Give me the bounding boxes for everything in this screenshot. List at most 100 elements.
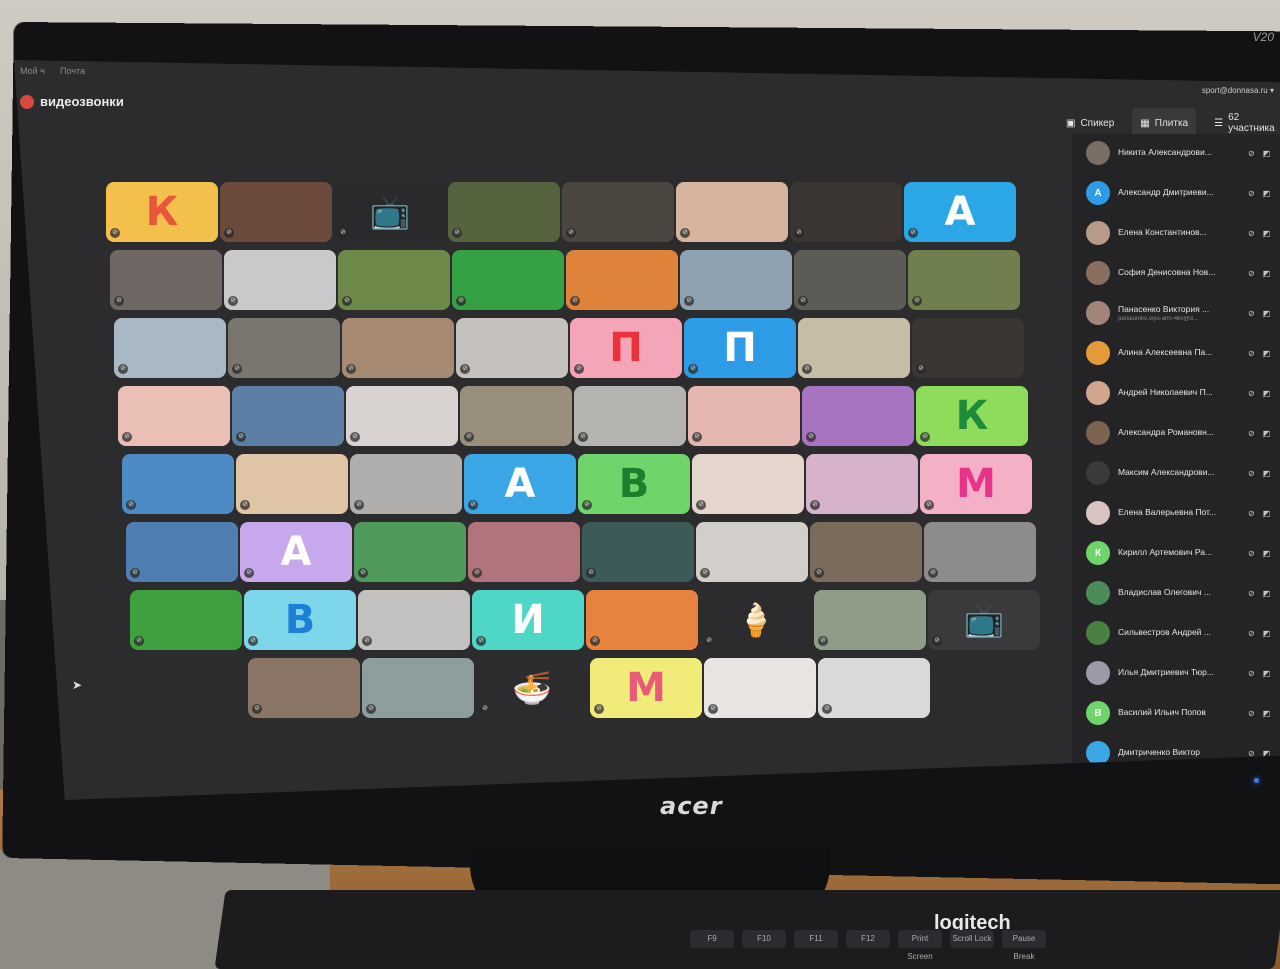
video-tile[interactable]: 📺 ⊘ [334,182,446,242]
video-tile[interactable]: ⊘ [802,386,914,446]
video-tile[interactable]: ⊘ [460,386,572,446]
video-tile[interactable]: ⊘ [696,522,808,582]
video-tile[interactable]: ⊘ [118,386,230,446]
video-tile[interactable]: ⊘ [582,522,694,582]
video-tile[interactable]: ⊘ [362,658,474,718]
video-tile[interactable]: ⊘ [912,318,1024,378]
mic-muted-icon[interactable]: ⊘ [1248,629,1255,638]
video-tile[interactable]: А ⊘ [240,522,352,582]
participant-row[interactable]: Алина Алексеевна Па... ⊘ ◩ [1072,334,1280,372]
camera-off-icon[interactable]: ◩ [1263,389,1271,398]
mic-muted-icon[interactable]: ⊘ [1248,389,1255,398]
camera-off-icon[interactable]: ◩ [1263,469,1271,478]
video-tile[interactable]: ⊘ [110,250,222,310]
participant-row[interactable]: Александра Романовн... ⊘ ◩ [1072,414,1280,452]
top-link-chat[interactable]: Мой ч [20,66,45,76]
video-tile[interactable]: ⊘ [794,250,906,310]
camera-off-icon[interactable]: ◩ [1263,429,1271,438]
video-tile[interactable]: ⊘ [342,318,454,378]
camera-off-icon[interactable]: ◩ [1263,629,1271,638]
video-tile[interactable]: ⊘ [456,318,568,378]
video-tile[interactable]: К ⊘ [106,182,218,242]
camera-off-icon[interactable]: ◩ [1263,589,1271,598]
video-tile[interactable]: ⊘ [122,454,234,514]
video-tile[interactable]: П ⊘ [684,318,796,378]
video-tile[interactable]: ⊘ [924,522,1036,582]
video-tile[interactable]: ⊘ [790,182,902,242]
camera-off-icon[interactable]: ◩ [1263,509,1271,518]
mic-muted-icon[interactable]: ⊘ [1248,149,1255,158]
camera-off-icon[interactable]: ◩ [1263,309,1271,318]
mic-muted-icon[interactable]: ⊘ [1248,469,1255,478]
mic-muted-icon[interactable]: ⊘ [1248,229,1255,238]
video-tile[interactable]: ⊘ [908,250,1020,310]
video-tile[interactable]: ⊘ [562,182,674,242]
participant-row[interactable]: Сильвестров Андрей ... ⊘ ◩ [1072,614,1280,652]
video-tile[interactable]: ⊘ [358,590,470,650]
video-tile[interactable]: В ⊘ [244,590,356,650]
video-tile[interactable]: А ⊘ [904,182,1016,242]
video-tile[interactable]: 📺 ⊘ [928,590,1040,650]
camera-off-icon[interactable]: ◩ [1263,229,1271,238]
mic-muted-icon[interactable]: ⊘ [1248,509,1255,518]
video-tile[interactable]: ⊘ [574,386,686,446]
mic-muted-icon[interactable]: ⊘ [1248,709,1255,718]
video-tile[interactable]: ⊘ [224,250,336,310]
video-tile[interactable]: ⊘ [810,522,922,582]
mic-muted-icon[interactable]: ⊘ [1248,669,1255,678]
video-tile[interactable]: В ⊘ [578,454,690,514]
video-tile[interactable]: 🍦 ⊘ [700,590,812,650]
video-tile[interactable]: ⊘ [468,522,580,582]
participant-row[interactable]: Максим Александрови... ⊘ ◩ [1072,454,1280,492]
mic-muted-icon[interactable]: ⊘ [1248,269,1255,278]
video-tile[interactable]: ⊘ [338,250,450,310]
video-tile[interactable]: ⊘ [814,590,926,650]
video-tile[interactable]: ⊘ [350,454,462,514]
video-tile[interactable]: М ⊘ [920,454,1032,514]
video-tile[interactable]: ⊘ [676,182,788,242]
video-tile[interactable]: ⊘ [818,658,930,718]
video-tile[interactable]: ⊘ [126,522,238,582]
camera-off-icon[interactable]: ◩ [1263,549,1271,558]
video-tile[interactable]: ⊘ [228,318,340,378]
video-tile[interactable]: ⊘ [688,386,800,446]
video-tile[interactable]: ⊘ [692,454,804,514]
video-tile[interactable]: ⊘ [704,658,816,718]
camera-off-icon[interactable]: ◩ [1263,349,1271,358]
video-tile[interactable]: П ⊘ [570,318,682,378]
camera-off-icon[interactable]: ◩ [1263,669,1271,678]
video-tile[interactable]: ⊘ [798,318,910,378]
video-tile[interactable]: М ⊘ [590,658,702,718]
video-tile[interactable]: 🍜 ⊘ [476,658,588,718]
video-tile[interactable]: ⊘ [354,522,466,582]
video-tile[interactable]: А ⊘ [464,454,576,514]
participant-row[interactable]: Андрей Николаевич П... ⊘ ◩ [1072,374,1280,412]
video-tile[interactable]: ⊘ [248,658,360,718]
video-tile[interactable]: ⊘ [220,182,332,242]
video-tile[interactable]: ⊘ [236,454,348,514]
participant-row[interactable]: София Денисовна Нов... ⊘ ◩ [1072,254,1280,292]
participant-row[interactable]: Владислав Олегович ... ⊘ ◩ [1072,574,1280,612]
camera-off-icon[interactable]: ◩ [1263,189,1271,198]
video-tile[interactable]: ⊘ [232,386,344,446]
video-tile[interactable]: К ⊘ [916,386,1028,446]
video-tile[interactable]: ⊘ [452,250,564,310]
video-tile[interactable]: ⊘ [448,182,560,242]
video-tile[interactable]: ⊘ [130,590,242,650]
participant-row[interactable]: Никита Александрови... ⊘ ◩ [1072,134,1280,172]
participant-row[interactable]: Елена Валерьевна Пот... ⊘ ◩ [1072,494,1280,532]
camera-off-icon[interactable]: ◩ [1263,269,1271,278]
video-tile[interactable]: ⊘ [566,250,678,310]
participant-row[interactable]: В Василий Ильич Попов ⊘ ◩ [1072,694,1280,732]
video-tile[interactable]: ⊘ [114,318,226,378]
participant-row[interactable]: Панасенко Виктория ... panasenko.viyu-ann… [1072,294,1280,332]
mic-muted-icon[interactable]: ⊘ [1248,549,1255,558]
camera-off-icon[interactable]: ◩ [1263,709,1271,718]
participant-row[interactable]: А Александр Дмитриеви... ⊘ ◩ [1072,174,1280,212]
video-tile[interactable]: ⊘ [806,454,918,514]
mic-muted-icon[interactable]: ⊘ [1248,749,1255,758]
participant-row[interactable]: К Кирилл Артемович Ра... ⊘ ◩ [1072,534,1280,572]
mic-muted-icon[interactable]: ⊘ [1248,309,1255,318]
mic-muted-icon[interactable]: ⊘ [1248,589,1255,598]
video-tile[interactable]: ⊘ [680,250,792,310]
